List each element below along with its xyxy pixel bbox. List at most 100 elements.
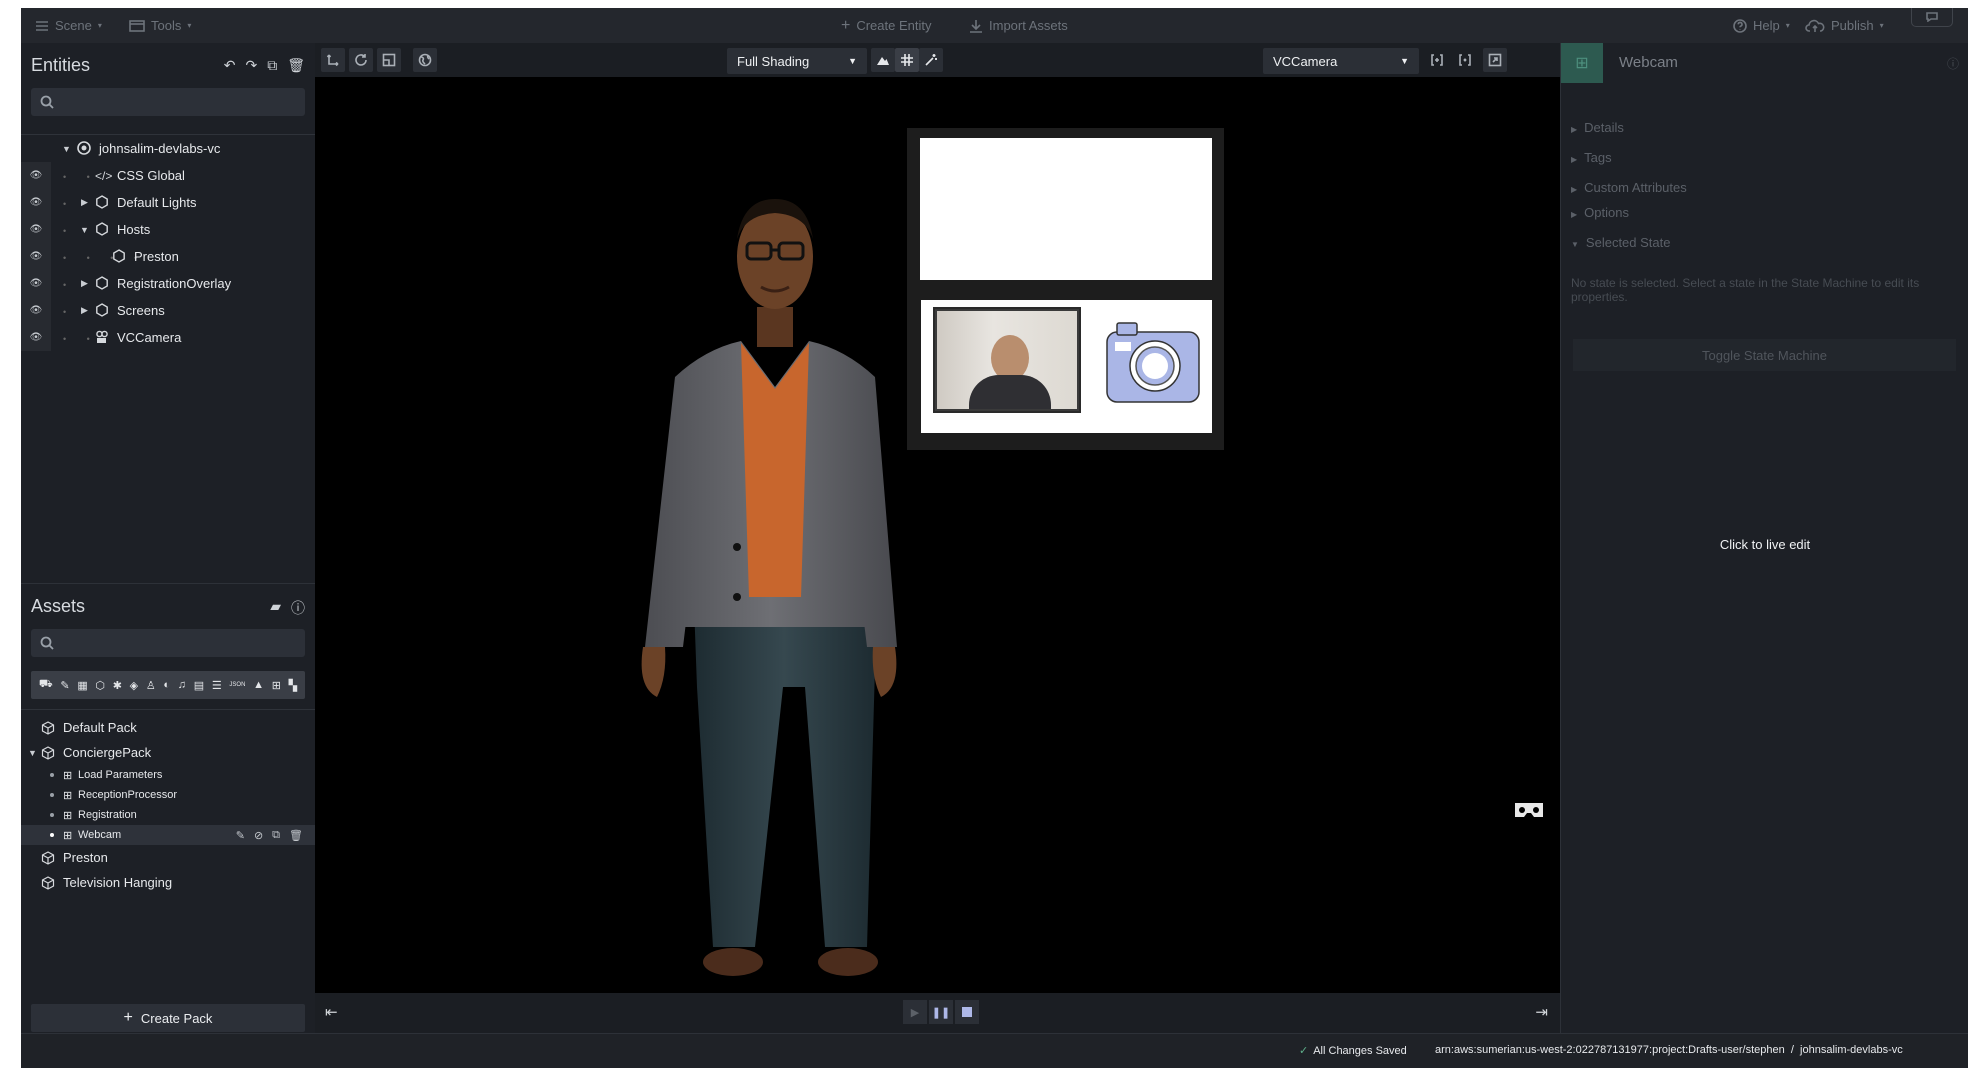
world-space-button[interactable] bbox=[413, 48, 437, 72]
expand-arrow-icon[interactable]: ▶ bbox=[81, 197, 88, 208]
speech-filter-icon[interactable]: ☰ bbox=[212, 679, 222, 692]
skeleton-filter-icon[interactable]: ✱ bbox=[113, 679, 122, 692]
duplicate-icon[interactable]: ⧉ bbox=[272, 829, 280, 842]
duplicate-icon[interactable]: ⧉ bbox=[267, 57, 277, 74]
help-icon[interactable]: ⓘ bbox=[291, 598, 305, 618]
json-filter-icon[interactable]: JSON bbox=[229, 682, 245, 688]
live-edit-prompt[interactable]: Click to live edit bbox=[1561, 537, 1968, 552]
camera-dropdown[interactable]: VCCamera ▼ bbox=[1263, 48, 1419, 74]
entity-row-screens[interactable]: 👁 • ▶ Screens bbox=[21, 297, 315, 324]
entity-row-vccamera[interactable]: 👁 • • VCCamera bbox=[21, 324, 315, 351]
eye-icon[interactable]: 👁 bbox=[21, 270, 51, 297]
folder-icon[interactable]: ▰ bbox=[270, 598, 281, 618]
scale-tool-button[interactable] bbox=[377, 48, 401, 72]
pause-button[interactable]: ❚❚ bbox=[929, 1000, 953, 1024]
hexagon-filter-icon[interactable]: ⬡ bbox=[95, 679, 105, 692]
translate-tool-button[interactable] bbox=[321, 48, 345, 72]
landscape-filter-icon[interactable]: ▲ bbox=[253, 679, 264, 691]
eye-icon[interactable]: 👁 bbox=[21, 297, 51, 324]
redo-icon[interactable]: ↷ bbox=[245, 57, 257, 74]
fullscreen-button[interactable] bbox=[1483, 48, 1507, 72]
section-tags[interactable]: ▶ Tags bbox=[1571, 150, 1612, 165]
entity-row-hosts[interactable]: 👁 • ▼ Hosts bbox=[21, 216, 315, 243]
document-filter-icon[interactable]: ▤ bbox=[194, 679, 204, 692]
collapse-left-icon[interactable]: ⇤ bbox=[325, 1003, 338, 1021]
state-machine-filter-icon[interactable]: ⊞ bbox=[272, 679, 281, 692]
chevron-down-icon: ▼ bbox=[848, 56, 857, 66]
film-filter-icon[interactable]: ▦ bbox=[77, 679, 87, 692]
asset-pack-concierge[interactable]: ▼ ConciergePack bbox=[21, 740, 315, 765]
collapse-arrow-icon[interactable]: ▼ bbox=[80, 225, 89, 235]
eye-icon[interactable]: 👁 bbox=[21, 243, 51, 270]
assets-search-input[interactable] bbox=[31, 629, 305, 657]
asset-registration[interactable]: ⊞ Registration bbox=[21, 805, 315, 825]
asset-reception-processor[interactable]: ⊞ ReceptionProcessor bbox=[21, 785, 315, 805]
box-filter-icon[interactable]: ◈ bbox=[130, 679, 138, 692]
entity-row-registration-overlay[interactable]: 👁 • ▶ RegistrationOverlay bbox=[21, 270, 315, 297]
frame-all-button[interactable] bbox=[1453, 48, 1477, 72]
scene-viewport[interactable] bbox=[315, 77, 1560, 993]
import-assets-button[interactable]: Import Assets bbox=[969, 8, 1068, 43]
help-menu[interactable]: Help ▾ bbox=[1733, 8, 1790, 43]
stop-button[interactable] bbox=[955, 1000, 979, 1024]
section-custom-attributes[interactable]: ▶ Custom Attributes bbox=[1571, 180, 1687, 195]
entity-row-root[interactable]: ▼ johnsalim-devlabs-vc bbox=[21, 135, 315, 162]
rotate-tool-button[interactable] bbox=[349, 48, 373, 72]
asset-label: Default Pack bbox=[63, 720, 137, 735]
expand-arrow-icon[interactable]: ▶ bbox=[81, 305, 88, 316]
effects-toggle-button[interactable] bbox=[919, 48, 943, 72]
scene-menu[interactable]: Scene ▾ bbox=[35, 8, 102, 43]
collapse-right-icon[interactable]: ⇥ bbox=[1535, 1003, 1548, 1021]
feedback-tab[interactable] bbox=[1911, 8, 1953, 27]
play-icon: ▶ bbox=[910, 1006, 920, 1019]
focus-selected-button[interactable] bbox=[1425, 48, 1449, 72]
publish-menu[interactable]: Publish ▾ bbox=[1805, 8, 1884, 43]
create-pack-button[interactable]: + Create Pack bbox=[31, 1004, 305, 1032]
toggle-state-machine-button[interactable]: Toggle State Machine bbox=[1573, 339, 1956, 371]
section-label: Custom Attributes bbox=[1584, 180, 1687, 195]
asset-load-parameters[interactable]: ⊞ Load Parameters bbox=[21, 765, 315, 785]
section-selected-state[interactable]: ▼ Selected State bbox=[1571, 235, 1670, 250]
edit-icon[interactable]: ✎ bbox=[236, 829, 245, 842]
eye-icon[interactable]: 👁 bbox=[21, 189, 51, 216]
collapse-arrow-icon[interactable]: ▼ bbox=[62, 144, 71, 154]
section-options[interactable]: ▶ Options bbox=[1571, 205, 1629, 220]
collapse-arrow-icon[interactable]: ▼ bbox=[28, 748, 37, 758]
car-filter-icon[interactable]: ⛟ bbox=[39, 678, 53, 692]
info-icon[interactable]: ⓘ bbox=[1947, 55, 1959, 72]
create-entity-button[interactable]: + Create Entity bbox=[841, 8, 932, 43]
asset-pack-default[interactable]: Default Pack bbox=[21, 715, 315, 740]
entity-row-default-lights[interactable]: 👁 • ▶ Default Lights bbox=[21, 189, 315, 216]
all-filter-icon[interactable]: ▚ bbox=[289, 679, 297, 692]
delete-icon[interactable]: 🗑 bbox=[289, 829, 303, 842]
play-button[interactable]: ▶ bbox=[903, 1000, 927, 1024]
eye-icon[interactable]: 👁 bbox=[21, 324, 51, 351]
asset-pack-television[interactable]: Television Hanging bbox=[21, 870, 315, 895]
expand-arrow-icon[interactable]: ▶ bbox=[81, 278, 88, 289]
grid-toggle-button[interactable] bbox=[895, 48, 919, 72]
mountain-icon bbox=[877, 57, 889, 65]
section-details[interactable]: ▶ Details bbox=[1571, 120, 1624, 135]
entity-row-css-global[interactable]: 👁 • • </> CSS Global bbox=[21, 162, 315, 189]
paint-filter-icon[interactable]: ✎ bbox=[60, 679, 69, 692]
tools-menu[interactable]: Tools ▾ bbox=[129, 8, 191, 43]
entity-label: Default Lights bbox=[117, 195, 197, 210]
link-icon[interactable]: ⊘ bbox=[254, 829, 263, 842]
shading-dropdown[interactable]: Full Shading ▼ bbox=[727, 48, 867, 74]
state-machine-icon: ⊞ bbox=[1561, 43, 1603, 83]
undo-icon[interactable]: ↶ bbox=[224, 57, 236, 74]
vr-headset-icon[interactable] bbox=[1513, 800, 1545, 822]
asset-webcam[interactable]: ⊞ Webcam ✎ ⊘ ⧉ 🗑 bbox=[21, 825, 315, 845]
assets-toolbar: ▰ ⓘ bbox=[270, 598, 305, 618]
camera-icon[interactable] bbox=[1105, 318, 1201, 408]
figure-filter-icon[interactable]: ♙ bbox=[146, 679, 156, 692]
sphere-filter-icon[interactable]: ◐ bbox=[163, 679, 170, 691]
entity-row-preston[interactable]: 👁 • • • • Preston bbox=[21, 243, 315, 270]
eye-icon[interactable]: 👁 bbox=[21, 216, 51, 243]
delete-icon[interactable]: 🗑 bbox=[287, 57, 305, 74]
asset-pack-preston[interactable]: Preston bbox=[21, 845, 315, 870]
lighting-toggle-button[interactable] bbox=[871, 48, 895, 72]
entities-search-input[interactable] bbox=[31, 88, 305, 116]
eye-icon[interactable]: 👁 bbox=[21, 162, 51, 189]
sound-filter-icon[interactable]: ♫ bbox=[178, 679, 186, 691]
